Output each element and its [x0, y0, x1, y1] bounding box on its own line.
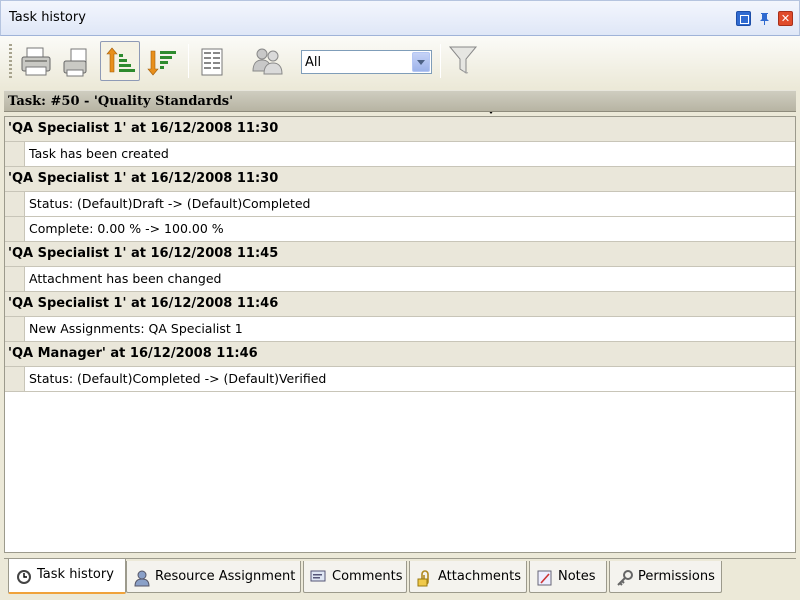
history-item[interactable]: New Assignments: QA Specialist 1: [5, 317, 795, 342]
comments-icon: [310, 569, 328, 587]
tab-resource-assignment[interactable]: Resource Assignment: [126, 561, 301, 593]
tab-label: Task history: [37, 567, 114, 582]
title-bar: Task history ✕: [0, 0, 800, 36]
toolbar-separator: [188, 44, 189, 78]
history-group: 'QA Specialist 1' at 16/12/2008 11:45 At…: [5, 242, 795, 292]
history-item[interactable]: Status: (Default)Draft -> (Default)Compl…: [5, 192, 795, 217]
history-group-header[interactable]: 'QA Specialist 1' at 16/12/2008 11:45: [5, 242, 795, 267]
filter-icon[interactable]: [446, 41, 486, 81]
history-group: 'QA Specialist 1' at 16/12/2008 11:30 Ta…: [5, 117, 795, 167]
history-item-text: Task has been created: [24, 142, 795, 166]
sort-ascending-icon[interactable]: [100, 41, 140, 81]
print-icon[interactable]: [16, 41, 56, 81]
history-item-text: Status: (Default)Completed -> (Default)V…: [24, 367, 795, 391]
notes-icon: [536, 569, 554, 587]
history-group-header[interactable]: 'QA Specialist 1' at 16/12/2008 11:30: [5, 167, 795, 192]
history-group-header[interactable]: 'QA Specialist 1' at 16/12/2008 11:30: [5, 117, 795, 142]
history-item-text: Complete: 0.00 % -> 100.00 %: [24, 217, 795, 241]
tab-comments[interactable]: Comments: [303, 561, 407, 593]
sort-descending-icon[interactable]: [142, 41, 182, 81]
bottom-tab-bar: Task history Resource Assignment Comment…: [4, 558, 796, 596]
tab-label: Attachments: [438, 569, 521, 584]
paperclip-icon: [416, 569, 434, 587]
toolbar-separator: [440, 44, 441, 78]
close-icon[interactable]: ✕: [778, 11, 793, 26]
chevron-down-icon[interactable]: [412, 52, 430, 72]
history-group: 'QA Specialist 1' at 16/12/2008 11:30 St…: [5, 167, 795, 242]
tab-label: Permissions: [638, 569, 715, 584]
history-group-header[interactable]: 'QA Specialist 1' at 16/12/2008 11:46: [5, 292, 795, 317]
tab-permissions[interactable]: Permissions: [609, 561, 722, 593]
history-item-text: Status: (Default)Draft -> (Default)Compl…: [24, 192, 795, 216]
history-group-header[interactable]: 'QA Manager' at 16/12/2008 11:46: [5, 342, 795, 367]
history-item-text: Attachment has been changed: [24, 267, 795, 291]
key-icon: [616, 569, 634, 587]
filter-select-value: All: [305, 55, 322, 70]
restore-icon[interactable]: [736, 11, 751, 26]
task-header: Task: #50 - 'Quality Standards': [4, 90, 796, 112]
history-group: 'QA Specialist 1' at 16/12/2008 11:46 Ne…: [5, 292, 795, 342]
history-item[interactable]: Attachment has been changed: [5, 267, 795, 292]
user-icon: [133, 569, 151, 587]
print-preview-icon[interactable]: [56, 41, 96, 81]
history-item[interactable]: Complete: 0.00 % -> 100.00 %: [5, 217, 795, 242]
history-item[interactable]: Status: (Default)Completed -> (Default)V…: [5, 367, 795, 392]
clock-icon: [15, 567, 33, 585]
tab-label: Notes: [558, 569, 596, 584]
columns-icon[interactable]: [196, 41, 236, 81]
toolbar-grip[interactable]: [9, 44, 12, 78]
filter-select[interactable]: All: [301, 50, 432, 74]
history-panel: 'QA Specialist 1' at 16/12/2008 11:30 Ta…: [4, 116, 796, 553]
tab-label: Comments: [332, 569, 403, 584]
tab-attachments[interactable]: Attachments: [409, 561, 527, 593]
pin-icon[interactable]: [757, 11, 772, 26]
tab-notes[interactable]: Notes: [529, 561, 607, 593]
window-title: Task history: [9, 10, 86, 25]
history-item-text: New Assignments: QA Specialist 1: [24, 317, 795, 341]
history-item[interactable]: Task has been created: [5, 142, 795, 167]
tab-label: Resource Assignment: [155, 569, 296, 584]
users-icon[interactable]: [248, 41, 288, 81]
tab-task-history[interactable]: Task history: [8, 559, 126, 594]
history-group: 'QA Manager' at 16/12/2008 11:46 Status:…: [5, 342, 795, 392]
